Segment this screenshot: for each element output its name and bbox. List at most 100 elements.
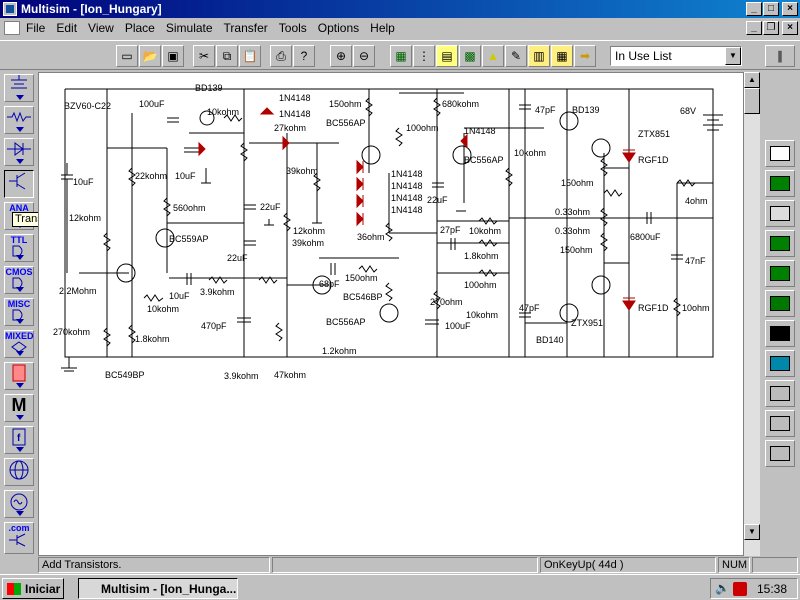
logic-converter-icon[interactable]	[765, 350, 795, 377]
component-label: 270kohm	[53, 327, 90, 337]
status-hint: Add Transistors.	[38, 557, 270, 573]
network-analyzer-icon[interactable]	[765, 440, 795, 467]
maximize-button[interactable]: □	[763, 2, 779, 16]
close-button[interactable]: ×	[782, 2, 798, 16]
electromechanical-button[interactable]	[4, 490, 34, 518]
start-button[interactable]: Iniciar	[2, 578, 64, 599]
doc-restore-button[interactable]: ❐	[763, 21, 779, 35]
function-generator-icon[interactable]	[765, 170, 795, 197]
print-icon[interactable]: ⎙	[270, 45, 292, 67]
chevron-down-icon[interactable]: ▼	[725, 47, 741, 65]
menu-help[interactable]: Help	[370, 21, 395, 35]
vertical-scrollbar[interactable]: ▲ ▼	[744, 72, 760, 556]
component-label: BC556AP	[464, 155, 504, 165]
cut-icon[interactable]: ✂	[193, 45, 215, 67]
scroll-up-icon[interactable]: ▲	[744, 72, 760, 88]
zoom-in-icon[interactable]: ⊕	[330, 45, 352, 67]
minimize-button[interactable]: _	[746, 2, 762, 16]
zoom-out-icon[interactable]: ⊖	[353, 45, 375, 67]
indicators-button[interactable]	[4, 362, 34, 390]
windows-logo-icon	[7, 582, 21, 595]
component-label: 10kohm	[147, 304, 179, 314]
component-label: BD139	[195, 83, 223, 93]
com-button[interactable]: .com	[4, 522, 34, 554]
component-icon[interactable]: ▦	[390, 45, 412, 67]
distortion-analyzer-icon[interactable]	[765, 380, 795, 407]
doc-close-button[interactable]: ×	[782, 21, 798, 35]
schematic-canvas[interactable]: BZV60-C22 100uF BD139 10kohm 1N4148 1N41…	[38, 72, 744, 556]
component-label: 1N4148	[391, 205, 423, 215]
list-icon[interactable]: ▥	[528, 45, 550, 67]
component-label: 0.33ohm	[555, 226, 590, 236]
menu-file[interactable]: File	[26, 21, 45, 35]
menu-bar: File Edit View Place Simulate Transfer T…	[0, 18, 800, 38]
component-label: 10uF	[73, 177, 94, 187]
bode-plotter-icon[interactable]	[765, 260, 795, 287]
diodes-button[interactable]	[4, 138, 34, 166]
speaker-icon[interactable]: 🔊	[715, 581, 730, 595]
ttl-button[interactable]: TTL	[4, 234, 34, 262]
menu-place[interactable]: Place	[125, 21, 155, 35]
word-generator-icon[interactable]	[765, 290, 795, 317]
power-sources-button[interactable]	[4, 74, 34, 102]
component-label: 4ohm	[685, 196, 708, 206]
rf-button[interactable]	[4, 458, 34, 486]
menu-transfer[interactable]: Transfer	[224, 21, 268, 35]
component-label: 22kohm	[135, 171, 167, 181]
menu-options[interactable]: Options	[318, 21, 359, 35]
open-folder-icon[interactable]: 📂	[139, 45, 161, 67]
component-label: 2.2Mohm	[59, 286, 97, 296]
spectrum-analyzer-icon[interactable]	[765, 410, 795, 437]
component-label: 10kohm	[514, 148, 546, 158]
simulate-pause-icon[interactable]: ∥	[765, 45, 795, 67]
grapher-icon[interactable]: ▤	[436, 45, 458, 67]
help-icon[interactable]: ?	[293, 45, 315, 67]
analysis-icon[interactable]: ▩	[459, 45, 481, 67]
component-label: 100ohm	[464, 280, 497, 290]
mixed-button[interactable]: MIXED	[4, 330, 34, 358]
menu-tools[interactable]: Tools	[279, 21, 307, 35]
doc-minimize-button[interactable]: _	[746, 21, 762, 35]
component-label: 100ohm	[406, 123, 439, 133]
component-label: 1N4148	[464, 126, 496, 136]
misc-button[interactable]: M	[4, 394, 34, 422]
transistors-button[interactable]	[4, 170, 34, 198]
forward-arrow-icon[interactable]: ➡	[574, 45, 596, 67]
save-icon[interactable]: ▣	[162, 45, 184, 67]
paste-icon[interactable]: 📋	[239, 45, 261, 67]
app-icon[interactable]	[3, 2, 17, 16]
new-file-icon[interactable]: ▭	[116, 45, 138, 67]
taskbar-item-multisim[interactable]: Multisim - [Ion_Hunga...	[78, 578, 238, 599]
table-icon[interactable]: ▦	[551, 45, 573, 67]
basic-button[interactable]	[4, 106, 34, 134]
component-label: BC559AP	[169, 234, 209, 244]
component-label: 10kohm	[466, 310, 498, 320]
scroll-thumb[interactable]	[744, 88, 760, 114]
component-label: 10ohm	[682, 303, 710, 313]
component-label: 1.8kohm	[464, 251, 499, 261]
taskbar: Iniciar Multisim - [Ion_Hunga... 🔊 15:38	[0, 574, 800, 600]
copy-icon[interactable]: ⧉	[216, 45, 238, 67]
document-icon[interactable]	[4, 21, 20, 35]
component-label: 10uF	[175, 171, 196, 181]
wattmeter-icon[interactable]	[765, 200, 795, 227]
component-label: 1N4148	[391, 181, 423, 191]
tray-app-icon[interactable]	[733, 582, 747, 596]
component-label: 47kohm	[274, 370, 306, 380]
logic-analyzer-icon[interactable]	[765, 320, 795, 347]
oscilloscope-icon[interactable]	[765, 230, 795, 257]
component-label: 39kohm	[292, 238, 324, 248]
scroll-down-icon[interactable]: ▼	[744, 524, 760, 540]
controls-button[interactable]: f	[4, 426, 34, 454]
misc-digital-button[interactable]: MISC	[4, 298, 34, 326]
postprocessor-icon[interactable]: ▲	[482, 45, 504, 67]
menu-simulate[interactable]: Simulate	[166, 21, 213, 35]
in-use-list-dropdown[interactable]: In Use List ▼	[610, 46, 742, 66]
wizard-icon[interactable]: ✎	[505, 45, 527, 67]
menu-view[interactable]: View	[88, 21, 114, 35]
multimeter-icon[interactable]	[765, 140, 795, 167]
menu-edit[interactable]: Edit	[56, 21, 77, 35]
cmos-button[interactable]: CMOS	[4, 266, 34, 294]
component-label: RGF1D	[638, 155, 669, 165]
netlist-icon[interactable]: ⋮	[413, 45, 435, 67]
